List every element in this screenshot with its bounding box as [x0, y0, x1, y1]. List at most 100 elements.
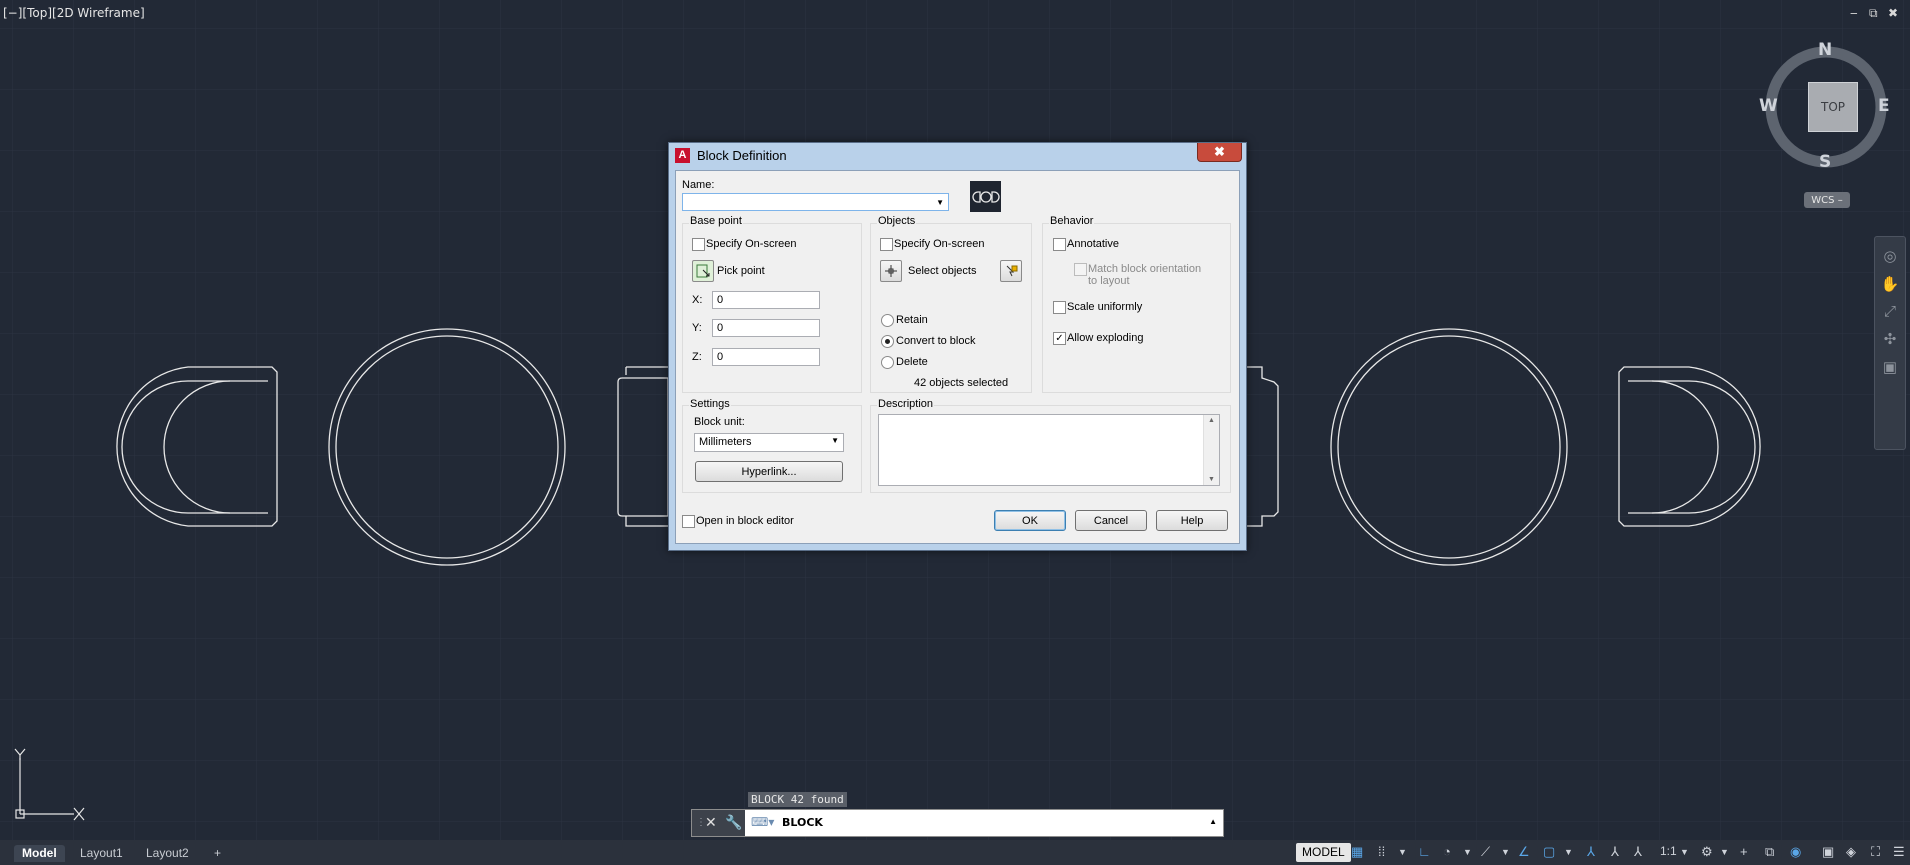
scroll-up-icon[interactable]: ▲ — [1208, 417, 1215, 424]
block-unit-label: Block unit: — [694, 416, 745, 428]
retain-label[interactable]: Retain — [896, 314, 928, 326]
snap-icon[interactable]: ⁞⁞ — [1378, 844, 1385, 859]
viewport-minimize-icon[interactable]: ‒ — [1850, 6, 1858, 20]
customization-menu-icon[interactable]: ☰ — [1893, 844, 1905, 860]
close-button[interactable]: ✖ — [1197, 143, 1242, 162]
showmotion-icon[interactable]: ▣ — [1875, 358, 1905, 376]
annotative-label[interactable]: Annotative — [1067, 238, 1119, 250]
cancel-button[interactable]: Cancel — [1075, 510, 1147, 531]
y-input[interactable]: 0 — [712, 319, 820, 337]
chevron-down-icon[interactable]: ▼ — [1501, 847, 1510, 857]
block-definition-dialog: A Block Definition ✖ Name: ▼ Base point … — [668, 142, 1247, 551]
chevron-down-icon[interactable]: ▼ — [1463, 847, 1472, 857]
wcs-menu[interactable]: WCS – — [1804, 192, 1850, 208]
allow-exploding-label[interactable]: Allow exploding — [1067, 332, 1143, 344]
chevron-down-icon[interactable]: ▼ — [1398, 847, 1407, 857]
command-input[interactable]: BLOCK — [782, 816, 823, 829]
autocad-logo-icon: A — [675, 148, 690, 163]
polar-icon[interactable]: ◔ — [1443, 844, 1451, 859]
navigation-bar[interactable]: ◎ ✋ ⤢ ✣ ▣ — [1874, 236, 1906, 450]
recent-commands-icon[interactable]: ⌨▾ — [751, 815, 774, 829]
description-scrollbar[interactable]: ▲ ▼ — [1203, 415, 1219, 485]
match-orientation-label: Match block orientation — [1088, 263, 1202, 275]
annotation-scale-value[interactable]: 1:1 — [1660, 844, 1677, 858]
scroll-down-icon[interactable]: ▼ — [1208, 476, 1215, 483]
viewport-restore-icon[interactable]: ⧉ — [1869, 6, 1878, 21]
tab-layout1[interactable]: Layout1 — [72, 845, 131, 862]
object-snap-icon[interactable]: ▢ — [1543, 844, 1555, 860]
viewcube-east[interactable]: E — [1878, 96, 1890, 116]
isodraft-icon[interactable]: ⟋ — [1481, 844, 1490, 860]
retain-radio[interactable] — [881, 314, 894, 327]
base-specify-onscreen-checkbox[interactable] — [692, 238, 705, 251]
block-unit-select[interactable]: Millimeters ▼ — [694, 433, 844, 452]
viewcube-south[interactable]: S — [1819, 152, 1831, 172]
hardware-acceleration-icon[interactable]: ◈ — [1846, 844, 1856, 860]
annotation-scale-icon[interactable]: ⅄ — [1634, 844, 1642, 860]
add-layout-button[interactable]: + — [206, 845, 229, 862]
ok-button[interactable]: OK — [994, 510, 1066, 531]
annotation-visibility-icon[interactable]: ⅄ — [1587, 844, 1595, 860]
objects-specify-onscreen-label[interactable]: Specify On-screen — [894, 238, 984, 250]
open-in-editor-checkbox[interactable] — [682, 515, 695, 528]
match-orientation-checkbox[interactable] — [1074, 263, 1087, 276]
zoom-icon[interactable]: ⤢ — [1875, 303, 1905, 320]
objects-specify-onscreen-checkbox[interactable] — [880, 238, 893, 251]
hyperlink-button[interactable]: Hyperlink... — [695, 461, 843, 482]
ortho-icon[interactable]: ∟ — [1418, 844, 1431, 859]
open-in-editor-label[interactable]: Open in block editor — [696, 515, 794, 527]
allow-exploding-checkbox[interactable]: ✓ — [1053, 332, 1066, 345]
convert-to-block-label[interactable]: Convert to block — [896, 335, 975, 347]
annotation-monitor-icon[interactable]: + — [1740, 844, 1748, 859]
viewport-close-icon[interactable]: ✖ — [1888, 6, 1898, 20]
tab-model[interactable]: Model — [14, 845, 65, 862]
autoscale-icon[interactable]: ⅄ — [1611, 844, 1619, 860]
close-icon[interactable]: ✕ — [705, 814, 717, 831]
command-line[interactable]: ⋮ ✕ 🔧 ⌨▾ BLOCK ▲ — [691, 809, 1224, 837]
clean-screen-icon[interactable]: ⛶ — [1871, 844, 1880, 860]
quick-select-icon[interactable] — [1000, 260, 1022, 282]
steering-wheel-icon[interactable]: ◎ — [1875, 247, 1905, 265]
x-input[interactable]: 0 — [712, 291, 820, 309]
command-history-toggle-icon[interactable]: ▲ — [1209, 817, 1217, 826]
viewport-controls-label[interactable]: [−][Top][2D Wireframe] — [3, 6, 145, 20]
object-snap-tracking-icon[interactable]: ∠ — [1518, 844, 1530, 860]
pan-hand-icon[interactable]: ✋ — [1875, 275, 1905, 293]
base-specify-onscreen-label[interactable]: Specify On-screen — [706, 238, 796, 250]
workspace-gear-icon[interactable]: ⚙ — [1701, 844, 1713, 860]
z-label: Z: — [692, 351, 702, 363]
scale-uniformly-checkbox[interactable] — [1053, 301, 1066, 314]
delete-label[interactable]: Delete — [896, 356, 928, 368]
grid-icon[interactable]: ▦ — [1351, 844, 1363, 860]
delete-radio[interactable] — [881, 356, 894, 369]
chevron-down-icon[interactable]: ▼ — [1680, 847, 1689, 857]
viewcube-west[interactable]: W — [1759, 96, 1778, 116]
chevron-down-icon[interactable]: ▼ — [1564, 847, 1573, 857]
z-input[interactable]: 0 — [712, 348, 820, 366]
model-space-button[interactable]: MODEL — [1296, 843, 1351, 862]
viewcube-top-face[interactable]: TOP — [1808, 82, 1858, 132]
viewcube[interactable]: N S E W TOP — [1759, 40, 1890, 172]
chevron-down-icon[interactable]: ▼ — [936, 196, 944, 210]
description-title: Description — [877, 398, 935, 410]
customize-wrench-icon[interactable]: 🔧 — [725, 814, 742, 831]
convert-to-block-radio[interactable] — [881, 335, 894, 348]
select-objects-button[interactable]: Select objects — [908, 265, 976, 277]
annotative-checkbox[interactable] — [1053, 238, 1066, 251]
scale-uniformly-label[interactable]: Scale uniformly — [1067, 301, 1142, 313]
units-icon[interactable]: ⧉ — [1765, 844, 1774, 860]
select-objects-icon[interactable] — [880, 260, 902, 282]
isolate-objects-icon[interactable]: ▣ — [1822, 844, 1834, 860]
chevron-down-icon[interactable]: ▼ — [1720, 847, 1729, 857]
pick-point-icon[interactable] — [692, 260, 714, 282]
block-preview-icon — [970, 181, 1001, 212]
help-button[interactable]: Help — [1156, 510, 1228, 531]
viewcube-north[interactable]: N — [1818, 40, 1832, 60]
orbit-icon[interactable]: ✣ — [1875, 330, 1905, 348]
tab-layout2[interactable]: Layout2 — [138, 845, 197, 862]
name-combobox[interactable]: ▼ — [682, 193, 949, 211]
description-textarea[interactable]: ▲ ▼ — [878, 414, 1220, 486]
dialog-title-bar[interactable]: A Block Definition ✖ — [669, 143, 1246, 167]
pick-point-button[interactable]: Pick point — [717, 265, 765, 277]
quick-properties-icon[interactable]: ◉ — [1790, 844, 1801, 860]
